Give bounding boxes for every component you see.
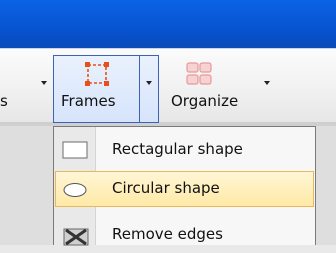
menu-item-rectangular-shape[interactable]: Rectagular shape [55,132,314,168]
frames-icon [85,62,109,86]
frames-dropdown-menu: Rectagular shape Circular shape Remove e… [53,126,316,246]
menu-item-label: Remove edges [112,225,223,243]
rectangle-shape-icon [62,141,88,159]
ellipse-shape-icon [63,183,87,197]
ribbon-toolbar [0,48,336,123]
frames-split-divider [139,55,140,123]
frames-dropdown-arrow[interactable] [146,81,152,85]
organize-icon [186,62,212,85]
frames-button-label[interactable]: Frames [61,92,116,110]
menu-item-label: Circular shape [112,179,220,197]
menu-item-circular-shape[interactable]: Circular shape [55,171,314,207]
remove-edges-icon [63,228,89,246]
organize-dropdown-arrow[interactable] [264,81,270,85]
menu-item-label: Rectagular shape [112,140,243,158]
left-group-label[interactable]: s [0,92,8,110]
organize-button-label[interactable]: Organize [171,92,238,110]
menu-item-remove-edges[interactable]: Remove edges [55,217,314,253]
window-title-bar [0,0,336,48]
left-dropdown-arrow[interactable] [41,81,47,85]
